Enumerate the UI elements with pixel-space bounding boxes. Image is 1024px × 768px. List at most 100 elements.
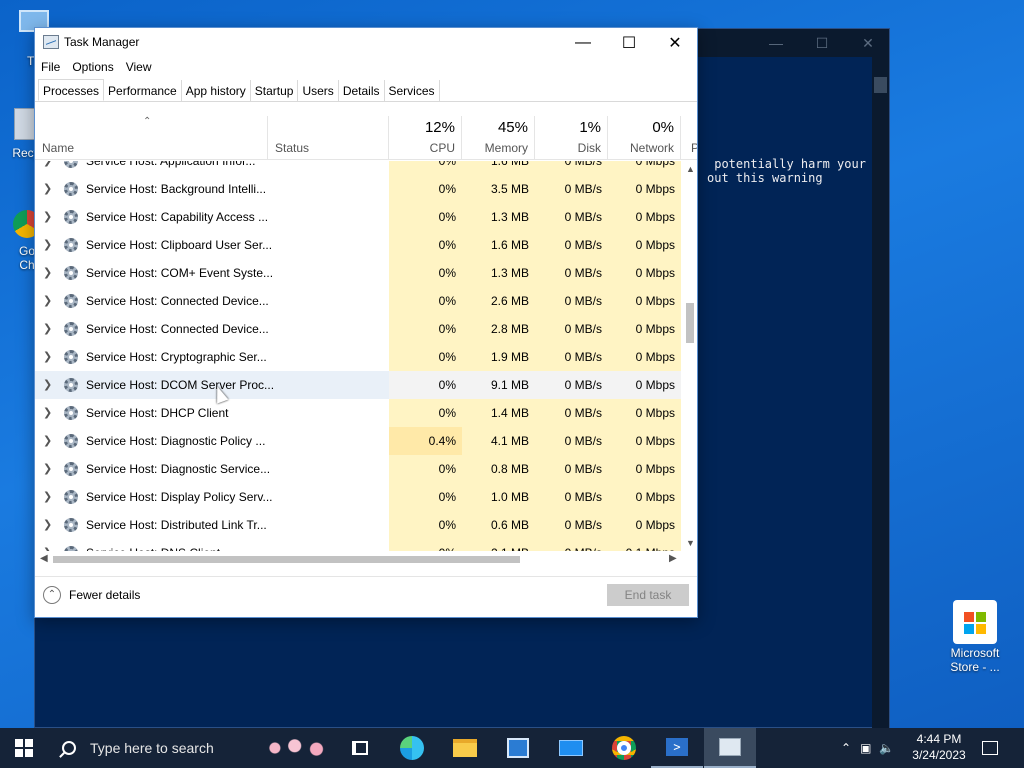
chevron-right-icon[interactable]: ❯: [43, 238, 52, 251]
process-row[interactable]: ❯ Service Host: Cryptographic Ser... 0% 1.9…: [35, 343, 682, 371]
end-task-button[interactable]: End task: [607, 584, 689, 606]
powershell-scrollbar[interactable]: [872, 57, 889, 729]
tab-app-history[interactable]: App history: [182, 80, 251, 101]
taskbar-search[interactable]: Type here to search: [48, 728, 248, 768]
process-row[interactable]: ❯ Service Host: DCOM Server Proc... 0% 9.1 …: [35, 371, 682, 399]
tab-processes[interactable]: Processes: [38, 79, 105, 101]
taskbar-news-widget[interactable]: [258, 728, 338, 768]
network-total-percent: 0%: [652, 119, 674, 136]
tab-performance[interactable]: Performance: [104, 80, 182, 101]
maximize-button[interactable]: ☐: [606, 28, 652, 57]
process-name-cell: ❯ Service Host: Cryptographic Ser...: [35, 343, 389, 371]
maximize-icon[interactable]: ☐: [799, 29, 845, 57]
chevron-right-icon[interactable]: ❯: [43, 378, 52, 391]
process-row[interactable]: ❯ Service Host: Connected Device... 0% 2.8 …: [35, 315, 682, 343]
close-icon[interactable]: ✕: [845, 29, 891, 57]
cpu-value: 0%: [389, 231, 462, 259]
taskbar-task-manager[interactable]: [704, 728, 756, 768]
tab-details[interactable]: Details: [339, 80, 385, 101]
network-value: 0 Mbps: [608, 483, 681, 511]
column-power[interactable]: P: [681, 116, 697, 160]
process-row[interactable]: ❯ Service Host: Connected Device... 0% 2.6 …: [35, 287, 682, 315]
menu-view[interactable]: View: [120, 57, 158, 79]
memory-value: 2.8 MB: [462, 315, 535, 343]
process-name-cell: ❯ Service Host: Diagnostic Service...: [35, 455, 389, 483]
chevron-right-icon[interactable]: ❯: [43, 406, 52, 419]
horizontal-scrollbar[interactable]: ◀ ▶: [35, 551, 682, 568]
process-row[interactable]: ❯ Service Host: Distributed Link Tr... 0% 0…: [35, 511, 682, 539]
cpu-value: 0%: [389, 315, 462, 343]
column-status[interactable]: Status: [268, 116, 389, 160]
volume-muted-icon[interactable]: 🔈: [875, 741, 898, 755]
start-button[interactable]: [0, 728, 48, 768]
show-hidden-icons-icon[interactable]: ⌃: [836, 741, 856, 755]
chevron-right-icon[interactable]: ❯: [43, 210, 52, 223]
column-memory[interactable]: 45% Memory: [462, 116, 535, 160]
close-button[interactable]: ✕: [652, 28, 697, 57]
taskbar-mail[interactable]: [545, 728, 597, 768]
tab-startup[interactable]: Startup: [251, 80, 299, 101]
column-network[interactable]: 0% Network: [608, 116, 681, 160]
process-row[interactable]: ❯ Service Host: Diagnostic Service... 0% 0.…: [35, 455, 682, 483]
vertical-scrollbar[interactable]: ▲ ▼: [682, 161, 697, 551]
chevron-right-icon[interactable]: ❯: [43, 434, 52, 447]
process-row[interactable]: ❯ Service Host: Display Policy Serv... 0% 1…: [35, 483, 682, 511]
desktop-icon-label: Microsoft Store - ...: [950, 646, 1000, 674]
tab-services[interactable]: Services: [385, 80, 440, 101]
notification-button[interactable]: [982, 728, 1002, 768]
task-view-button[interactable]: [334, 728, 386, 768]
task-manager-window[interactable]: Task Manager — ☐ ✕ File Options View Pro…: [34, 27, 698, 618]
scrollbar-thumb[interactable]: [874, 77, 887, 93]
chevron-right-icon[interactable]: ❯: [43, 462, 52, 475]
process-row[interactable]: ❯ Service Host: Application Infor... 0% 1.6…: [35, 161, 682, 175]
chevron-up-icon[interactable]: ⌃: [43, 586, 61, 604]
process-row[interactable]: ❯ Service Host: DHCP Client 0% 1.4 MB 0 MB/s…: [35, 399, 682, 427]
process-row[interactable]: ❯ Service Host: Capability Access ... 0% 1.…: [35, 203, 682, 231]
taskbar-edge[interactable]: [386, 728, 438, 768]
column-name[interactable]: ⌃ Name: [35, 116, 268, 160]
scroll-left-icon[interactable]: ◀: [40, 553, 48, 564]
gear-icon: [64, 378, 78, 392]
process-row[interactable]: ❯ Service Host: COM+ Event Syste... 0% 1.3 …: [35, 259, 682, 287]
column-disk[interactable]: 1% Disk: [535, 116, 608, 160]
process-row[interactable]: ❯ Service Host: Clipboard User Ser... 0% 1.…: [35, 231, 682, 259]
scrollbar-thumb[interactable]: [686, 303, 694, 343]
titlebar[interactable]: Task Manager — ☐ ✕: [35, 28, 697, 57]
chevron-right-icon[interactable]: ❯: [43, 350, 52, 363]
scrollbar-thumb[interactable]: [53, 556, 520, 563]
taskbar-microsoft-store[interactable]: [492, 728, 544, 768]
taskbar-powershell[interactable]: >: [651, 728, 703, 768]
process-name: Service Host: Connected Device...: [86, 294, 269, 308]
fewer-details-link[interactable]: Fewer details: [69, 588, 140, 602]
minimize-button[interactable]: —: [560, 28, 606, 57]
tab-users[interactable]: Users: [298, 80, 339, 101]
clock[interactable]: 4:44 PM 3/24/2023: [900, 731, 978, 763]
process-name: Service Host: Display Policy Serv...: [86, 490, 273, 504]
network-icon[interactable]: ▣: [856, 741, 875, 755]
scroll-right-icon[interactable]: ▶: [669, 553, 677, 564]
column-cpu[interactable]: 12% CPU: [389, 116, 462, 160]
scroll-up-icon[interactable]: ▲: [686, 164, 695, 174]
memory-total-percent: 45%: [497, 119, 528, 136]
taskbar-chrome[interactable]: [598, 728, 650, 768]
chevron-right-icon[interactable]: ❯: [43, 161, 52, 167]
process-row[interactable]: ❯Service Host: DNS Client0%2.1 MB0 MB/s0…: [35, 539, 682, 551]
minimize-icon[interactable]: —: [753, 29, 799, 57]
process-row[interactable]: ❯ Service Host: Background Intelli... 0% 3.…: [35, 175, 682, 203]
process-name-cell: ❯ Service Host: Display Policy Serv...: [35, 483, 389, 511]
chevron-right-icon[interactable]: ❯: [43, 518, 52, 531]
taskbar: Type here to search > ⌃ ▣ 🔈 4:44 PM 3/24…: [0, 728, 1024, 768]
menu-file[interactable]: File: [35, 57, 66, 79]
scroll-down-icon[interactable]: ▼: [686, 538, 695, 548]
chevron-right-icon[interactable]: ❯: [43, 266, 52, 279]
taskbar-file-explorer[interactable]: [439, 728, 491, 768]
process-row[interactable]: ❯ Service Host: Diagnostic Policy ... 0.4%…: [35, 427, 682, 455]
chevron-right-icon[interactable]: ❯: [43, 294, 52, 307]
process-name-cell: ❯ Service Host: Application Infor...: [35, 161, 389, 175]
chevron-right-icon[interactable]: ❯: [43, 322, 52, 335]
tab-bar: Processes Performance App history Startu…: [35, 79, 697, 102]
menu-options[interactable]: Options: [66, 57, 119, 79]
desktop-icon-microsoft-store[interactable]: Microsoft Store - ...: [940, 600, 1010, 674]
chevron-right-icon[interactable]: ❯: [43, 490, 52, 503]
chevron-right-icon[interactable]: ❯: [43, 182, 52, 195]
